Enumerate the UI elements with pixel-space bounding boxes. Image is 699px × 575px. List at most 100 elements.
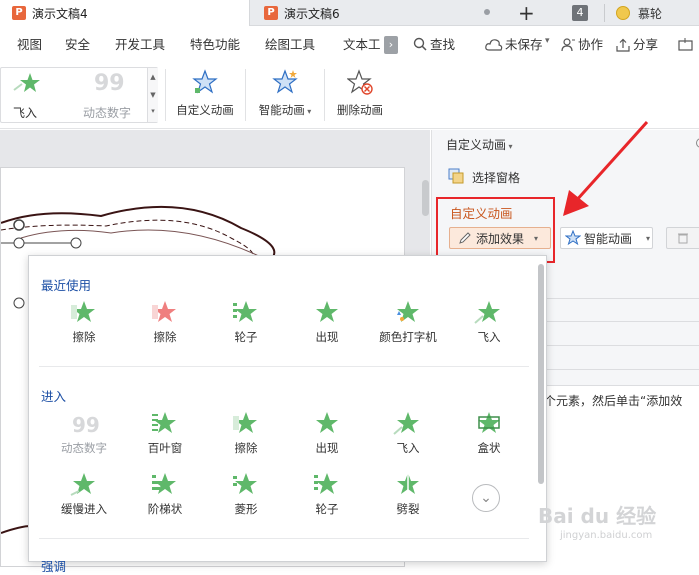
presentation-icon: P xyxy=(264,6,278,20)
chevron-down-icon: ▾ xyxy=(545,36,550,46)
smart-animation-icon xyxy=(272,69,298,94)
dynamic-number-icon: 99 xyxy=(72,413,99,436)
effect-label: 擦除 xyxy=(234,441,258,455)
avatar[interactable] xyxy=(616,6,630,20)
gallery-dynamic-number-label: 动态数字 xyxy=(83,106,132,120)
animation-gallery[interactable]: 飞入 99 动态数字 ▲ ▼ ▾ xyxy=(0,67,158,123)
recent-effects-row: 擦除 擦除 轮子 出现 颜色打字机 飞入 xyxy=(53,299,520,345)
custom-animation-icon xyxy=(192,69,218,94)
wipe-icon xyxy=(71,301,95,322)
effect-label: 缓慢进入 xyxy=(61,502,107,516)
more-icon[interactable] xyxy=(677,37,695,56)
enter-effects-row: 99 动态数字 百叶窗 擦除 出现 飞入 盒状 xyxy=(53,410,520,456)
fly-in-icon xyxy=(393,412,419,435)
tab-document-6[interactable]: P 演示文稿6 xyxy=(252,0,502,26)
menu-devtools[interactable]: 开发工具 xyxy=(115,27,165,63)
pane-title[interactable]: 自定义动画 ▾ xyxy=(446,136,513,153)
appear-icon xyxy=(316,301,338,322)
search-button[interactable]: 查找 xyxy=(430,27,455,63)
share-button[interactable]: 分享 xyxy=(633,27,658,63)
unsaved-button[interactable]: 未保存 xyxy=(505,27,543,63)
menu-security[interactable]: 安全 xyxy=(65,27,90,63)
user-name[interactable]: 慕轮 xyxy=(638,5,662,22)
menu-drawing-tools[interactable]: 绘图工具 xyxy=(265,27,315,63)
wipe-icon xyxy=(233,412,257,433)
wheel-icon xyxy=(233,301,257,322)
wipe-red-icon xyxy=(152,301,176,322)
menu-text-tools[interactable]: 文本工 xyxy=(343,27,381,63)
effect-label: 盒状 xyxy=(477,441,501,455)
arrow-annotation xyxy=(563,120,649,216)
delete-animation-icon xyxy=(346,69,373,95)
tab-bar: P 演示文稿4 P 演示文稿6 + 4 慕轮 xyxy=(0,0,699,26)
select-pane-icon xyxy=(448,168,464,187)
chevron-down-icon: ▾ xyxy=(646,233,651,243)
effect-label: 飞入 xyxy=(396,441,420,455)
effect-label: 菱形 xyxy=(234,502,258,516)
effect-item[interactable]: 颜色打字机 xyxy=(377,299,439,345)
fly-in-icon xyxy=(474,301,500,324)
select-pane-button[interactable]: 选择窗格 xyxy=(472,169,520,186)
effect-item[interactable]: 轮子 xyxy=(215,299,277,345)
recent-section-title: 最近使用 xyxy=(41,278,92,293)
cloud-icon xyxy=(485,38,503,55)
emphasis-section-title: 强调 xyxy=(41,559,67,574)
gallery-fly-in-label: 飞入 xyxy=(13,106,38,120)
effect-item[interactable]: 百叶窗 xyxy=(134,410,196,456)
effect-label: 动态数字 xyxy=(61,441,107,455)
effect-item[interactable]: 飞入 xyxy=(377,410,439,456)
smart-animation-pane-button[interactable]: 智能动画 ▾ xyxy=(560,227,653,249)
tab-document-4[interactable]: P 演示文稿4 xyxy=(0,0,250,26)
new-tab-button[interactable]: + xyxy=(518,1,535,25)
tab-label: 演示文稿6 xyxy=(284,6,340,21)
divider xyxy=(39,538,529,539)
collab-button[interactable]: 协作 xyxy=(578,27,603,63)
effect-label: 出现 xyxy=(315,330,339,344)
box-icon xyxy=(478,412,500,433)
share-icon xyxy=(615,37,631,56)
effect-item[interactable]: 阶梯状 xyxy=(134,471,196,517)
canvas-scrollbar[interactable] xyxy=(422,180,429,216)
watermark-logo: Bai du 经验 xyxy=(538,504,657,528)
effect-item[interactable]: 菱形 xyxy=(215,471,277,517)
slow-enter-icon xyxy=(70,473,95,496)
dropdown-scrollbar[interactable] xyxy=(538,264,544,484)
add-effect-dropdown: 最近使用 擦除 擦除 轮子 出现 颜色打字机 飞入 进入 99 动态数字 百叶窗 擦除 出现 飞入盒… xyxy=(28,255,547,574)
expand-more-button[interactable]: ⌄ xyxy=(472,484,500,512)
delete-animation-label: 删除动画 xyxy=(337,103,383,117)
menu-view[interactable]: 视图 xyxy=(17,27,42,63)
custom-animation-button[interactable]: 自定义动画 xyxy=(172,63,238,125)
menu-special[interactable]: 特色功能 xyxy=(190,27,240,63)
divider xyxy=(39,366,529,367)
effect-label: 擦除 xyxy=(153,330,177,344)
effect-item[interactable]: 飞入 xyxy=(458,299,520,345)
effect-item[interactable]: 擦除 xyxy=(53,299,115,345)
effect-label: 出现 xyxy=(315,441,339,455)
gallery-scrollbar[interactable]: ▲ ▼ ▾ xyxy=(147,68,158,122)
effect-label: 轮子 xyxy=(234,330,258,344)
pane-hint-text: 个元素，然后单击“添加效 xyxy=(544,394,683,408)
divider xyxy=(324,69,325,121)
effect-label: 飞入 xyxy=(477,330,501,344)
effect-item[interactable]: 劈裂 xyxy=(377,471,439,517)
appear-icon xyxy=(316,412,338,433)
effect-label: 劈裂 xyxy=(396,502,420,516)
effect-label: 轮子 xyxy=(315,502,339,516)
effect-item[interactable]: 99 动态数字 xyxy=(53,410,115,456)
scroll-right-button[interactable]: › xyxy=(384,36,398,54)
smart-animation-button[interactable]: 智能动画 ▾ xyxy=(252,63,318,125)
effect-label: 百叶窗 xyxy=(147,441,183,455)
enter-section-title: 进入 xyxy=(41,389,67,404)
effect-item[interactable]: 出现 xyxy=(296,410,358,456)
delete-animation-button[interactable]: 删除动画 xyxy=(330,63,390,125)
fly-in-icon xyxy=(13,72,41,94)
effect-item[interactable]: 轮子 xyxy=(296,471,358,517)
effect-item[interactable]: 缓慢进入 xyxy=(53,471,115,517)
effect-item[interactable]: 盒状 xyxy=(458,410,520,456)
tab-count-badge[interactable]: 4 xyxy=(572,5,588,21)
effect-item[interactable]: 擦除 xyxy=(215,410,277,456)
delete-button[interactable] xyxy=(666,227,699,249)
split-icon xyxy=(397,473,419,495)
effect-item[interactable]: 出现 xyxy=(296,299,358,345)
effect-item[interactable]: 擦除 xyxy=(134,299,196,345)
